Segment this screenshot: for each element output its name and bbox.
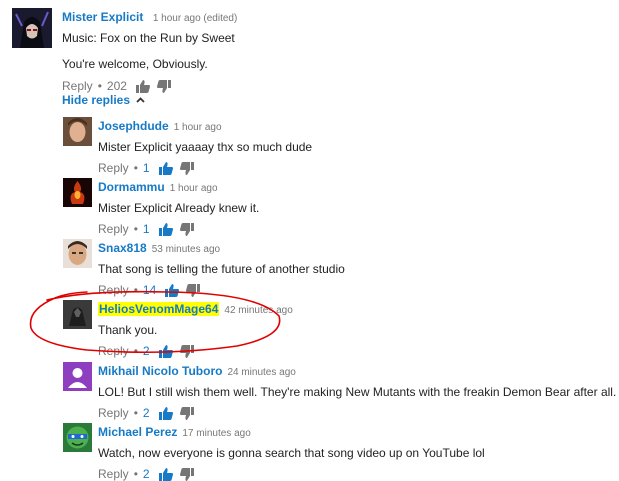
reply-text: Thank you. [98, 323, 158, 337]
comment-author[interactable]: Mister Explicit [62, 10, 143, 24]
reply-author[interactable]: Dormammu [98, 180, 165, 194]
avatar-dormammu[interactable] [63, 178, 92, 207]
like-count: 2 [142, 406, 150, 420]
like-count: 2 [142, 344, 150, 358]
reply-time[interactable]: 17 minutes ago [182, 428, 250, 439]
thumbs-up-icon[interactable] [158, 161, 173, 175]
reply-author[interactable]: Snax818 [98, 241, 147, 255]
hide-replies-button[interactable]: Hide replies [62, 93, 145, 107]
avatar-mister-explicit[interactable] [12, 8, 52, 48]
reply-time[interactable]: 42 minutes ago [224, 305, 292, 316]
comment-text-line1: Music: Fox on the Run by Sweet [62, 31, 235, 45]
reply-item: Michael Perez 17 minutes ago Watch, now e… [98, 423, 485, 481]
comment-actions: Reply • 202 [62, 79, 237, 93]
reply-text: LOL! But I still wish them well. They're… [98, 385, 617, 399]
reply-time[interactable]: 24 minutes ago [227, 367, 295, 378]
reply-button[interactable]: Reply [62, 79, 93, 93]
avatar-snax818[interactable] [63, 239, 92, 268]
comment-text-line2: You're welcome, Obviously. [62, 57, 208, 71]
reply-author[interactable]: Michael Perez [98, 425, 177, 439]
thumbs-up-icon[interactable] [158, 222, 173, 236]
reply-time[interactable]: 53 minutes ago [152, 244, 220, 255]
avatar-mikhail-nicolo-tuboro[interactable] [63, 362, 92, 391]
reply-button[interactable]: Reply [98, 344, 129, 358]
thumbs-up-icon[interactable] [135, 79, 150, 93]
reply-time[interactable]: 1 hour ago [170, 183, 218, 194]
like-count: 1 [142, 222, 150, 236]
separator: • [133, 344, 138, 358]
separator: • [133, 406, 138, 420]
reply-button[interactable]: Reply [98, 283, 129, 297]
reply-actions: Reply • 2 [98, 406, 616, 420]
reply-text: Mister Explicit Already knew it. [98, 201, 260, 215]
reply-item: HeliosVenomMage64 42 minutes ago Thank yo… [98, 300, 293, 358]
reply-time[interactable]: 1 hour ago [174, 122, 222, 133]
like-count: 14 [142, 283, 157, 297]
separator: • [133, 283, 138, 297]
thumbs-down-icon[interactable] [179, 406, 194, 420]
reply-actions: Reply • 1 [98, 161, 312, 175]
avatar-josephdude[interactable] [63, 117, 92, 146]
reply-button[interactable]: Reply [98, 406, 129, 420]
like-count: 1 [142, 161, 150, 175]
reply-button[interactable]: Reply [98, 161, 129, 175]
thumbs-down-icon[interactable] [179, 344, 194, 358]
reply-actions: Reply • 1 [98, 222, 259, 236]
reply-item: Mikhail Nicolo Tuboro 24 minutes ago LOL!… [98, 362, 616, 420]
hide-replies-label: Hide replies [62, 93, 131, 107]
chevron-up-icon [136, 97, 145, 103]
comment-time[interactable]: 1 hour ago (edited) [153, 13, 238, 24]
reply-text: Watch, now everyone is gonna search that… [98, 446, 485, 460]
avatar-heliosvenommage64[interactable] [63, 300, 92, 329]
thumbs-up-icon[interactable] [158, 344, 173, 358]
reply-text: Mister Explicit yaaaay thx so much dude [98, 140, 313, 154]
reply-item: Josephdude 1 hour ago Mister Explicit yaa… [98, 117, 312, 175]
thumbs-down-icon[interactable] [186, 283, 201, 297]
reply-item: Snax818 53 minutes ago That song is telli… [98, 239, 345, 297]
reply-author[interactable]: Josephdude [98, 119, 169, 133]
avatar-michael-perez[interactable] [63, 423, 92, 452]
reply-text: That song is telling the future of anoth… [98, 262, 345, 276]
reply-actions: Reply • 2 [98, 344, 293, 358]
thumbs-up-icon[interactable] [165, 283, 180, 297]
separator: • [133, 161, 138, 175]
separator: • [97, 79, 102, 93]
like-count: 202 [106, 79, 127, 93]
separator: • [133, 222, 138, 236]
reply-author[interactable]: Mikhail Nicolo Tuboro [98, 364, 222, 378]
thumbs-down-icon[interactable] [179, 161, 194, 175]
thumbs-up-icon[interactable] [158, 406, 173, 420]
reply-item: Dormammu 1 hour ago Mister Explicit Alrea… [98, 178, 259, 236]
thumbs-down-icon[interactable] [179, 222, 194, 236]
reply-button[interactable]: Reply [98, 222, 129, 236]
reply-actions: Reply • 14 [98, 283, 345, 297]
reply-author[interactable]: HeliosVenomMage64 [98, 302, 220, 316]
main-comment: Mister Explicit 1 hour ago (edited) Musi… [62, 8, 237, 93]
thumbs-down-icon[interactable] [156, 79, 171, 93]
